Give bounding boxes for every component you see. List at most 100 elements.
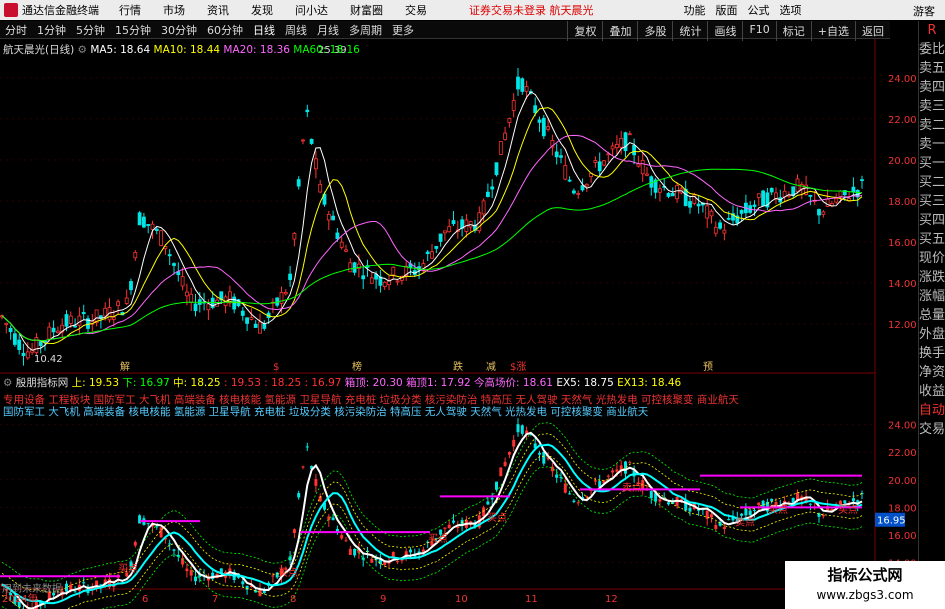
candle-body — [305, 109, 310, 113]
ma60-value: MA60: 18.16 — [293, 44, 360, 56]
candle-body — [194, 576, 197, 582]
candle-body — [168, 543, 172, 545]
menu-item-quotes[interactable]: 行情 — [119, 2, 141, 18]
sidebar-item[interactable]: 卖一 — [919, 135, 945, 154]
candle-body — [348, 262, 353, 273]
sidebar-item[interactable]: 买五 — [919, 230, 945, 249]
sidebar-item[interactable]: 买一 — [919, 154, 945, 173]
candle-body — [572, 190, 576, 194]
sidebar-item[interactable]: 涨幅 — [919, 287, 945, 306]
multi-stock-button[interactable]: 多股 — [637, 21, 672, 41]
adjust-button[interactable]: 复权 — [567, 21, 602, 41]
candle-body — [17, 339, 22, 350]
kline-chart[interactable]: 24.00 22.00 20.00 18.00 16.00 14.00 12.00 24.00… — [0, 39, 918, 609]
period-tab[interactable]: 1分钟 — [32, 22, 71, 38]
sidebar-item[interactable]: 收益 — [919, 382, 945, 401]
candle-body — [640, 159, 645, 175]
sidebar-item[interactable]: 买三 — [919, 192, 945, 211]
candle-body — [744, 508, 748, 516]
candle-body — [258, 321, 262, 334]
period-tab[interactable]: 周线 — [280, 22, 312, 38]
login-warning[interactable]: 证券交易未登录 航天晨光 — [469, 2, 594, 18]
menu-item-formula[interactable]: 公式 — [748, 2, 770, 18]
candle-body — [615, 469, 619, 472]
menu-item-layout[interactable]: 版面 — [716, 2, 738, 18]
sidebar-item[interactable]: 现价 — [919, 249, 945, 268]
indicator-ex13: EX13: 18.46 — [617, 377, 682, 389]
candle-body — [391, 551, 395, 558]
period-tab-active[interactable]: 日线 — [248, 22, 280, 38]
candle-body — [77, 315, 82, 326]
candle-body — [240, 310, 245, 316]
f10-button[interactable]: F10 — [742, 21, 775, 41]
period-tab[interactable]: 多周期 — [344, 22, 387, 38]
sidebar-item[interactable]: 买二 — [919, 173, 945, 192]
main-chart-legend: 航天晨光(日线) ⚙ MA5: 18.64 MA10: 18.44 MA20: … — [3, 42, 360, 57]
menu-item-trade[interactable]: 交易 — [405, 2, 427, 18]
candle-body — [619, 137, 624, 148]
candle-body — [748, 510, 752, 516]
settings-icon[interactable]: ⚙ — [3, 377, 12, 389]
menu-item-assistant[interactable]: 问小达 — [295, 2, 328, 18]
candle-body — [21, 352, 26, 357]
menu-item-function[interactable]: 功能 — [684, 2, 706, 18]
candle-body — [705, 205, 710, 219]
settings-icon[interactable]: ⚙ — [78, 44, 87, 56]
candle-body — [271, 575, 275, 577]
overlay-button[interactable]: 叠加 — [602, 21, 637, 41]
stats-button[interactable]: 统计 — [672, 21, 707, 41]
candle-body — [253, 323, 258, 328]
future-data-note: 用到未来数据 — [2, 582, 62, 595]
menu-item-options[interactable]: 选项 — [780, 2, 802, 18]
sidebar-item[interactable]: 卖五 — [919, 59, 945, 78]
sidebar-item[interactable]: 总量 — [919, 306, 945, 325]
candle-body — [658, 188, 662, 193]
period-tab[interactable]: 15分钟 — [110, 22, 156, 38]
sidebar-item[interactable]: 卖二 — [919, 116, 945, 135]
candle-body — [572, 500, 576, 503]
candle-body — [318, 183, 323, 193]
price-tick-label: 24.00 — [888, 74, 917, 85]
signal-buy: 买点 — [838, 504, 858, 516]
sidebar-item[interactable]: 外盘 — [919, 325, 945, 344]
period-tab[interactable]: 分时 — [0, 22, 32, 38]
guest-user[interactable]: 游客 — [913, 3, 935, 19]
period-tab[interactable]: 60分钟 — [202, 22, 248, 38]
back-button[interactable]: 返回 — [855, 21, 890, 41]
menu-item-news[interactable]: 资讯 — [207, 2, 229, 18]
event-marker: 榜 — [352, 360, 362, 373]
sidebar-item[interactable]: 委比 — [919, 40, 945, 59]
sidebar-item[interactable]: 交易 — [919, 420, 945, 439]
period-tab[interactable]: 5分钟 — [71, 22, 110, 38]
sidebar-item[interactable]: 卖四 — [919, 78, 945, 97]
band-line — [1, 455, 863, 609]
signal-sell: 卖点 — [622, 482, 642, 494]
sidebar-item[interactable]: 卖三 — [919, 97, 945, 116]
candle-body — [172, 263, 176, 266]
mark-button[interactable]: 标记 — [775, 21, 811, 41]
add-watchlist-button[interactable]: +自选 — [810, 21, 855, 41]
menu-item-market[interactable]: 市场 — [163, 2, 185, 18]
candle-body — [452, 520, 455, 523]
sidebar-item[interactable]: 涨跌 — [919, 268, 945, 287]
menu-item-wealth[interactable]: 财富圈 — [350, 2, 383, 18]
sidebar-item[interactable]: 净资 — [919, 363, 945, 382]
menu-item-discover[interactable]: 发现 — [251, 2, 273, 18]
sidebar-item[interactable]: R — [919, 21, 945, 40]
candle-body — [675, 185, 679, 200]
sidebar-item[interactable]: 自动 — [919, 401, 945, 420]
candle-body — [51, 327, 56, 333]
sidebar-item[interactable]: 换手 — [919, 344, 945, 363]
period-tab[interactable]: 月线 — [312, 22, 344, 38]
signal-buy: 买点 — [278, 567, 298, 579]
low-price-label: 10.42 — [34, 354, 63, 365]
sidebar-item[interactable]: 买四 — [919, 211, 945, 230]
candle-body — [667, 502, 670, 505]
candle-body — [511, 100, 516, 111]
candle-body — [636, 163, 641, 167]
period-tab-more[interactable]: 更多 — [387, 22, 419, 38]
period-tab[interactable]: 30分钟 — [156, 22, 202, 38]
candle-body — [722, 527, 726, 529]
candle-body — [623, 132, 628, 152]
draw-button[interactable]: 画线 — [707, 21, 742, 41]
